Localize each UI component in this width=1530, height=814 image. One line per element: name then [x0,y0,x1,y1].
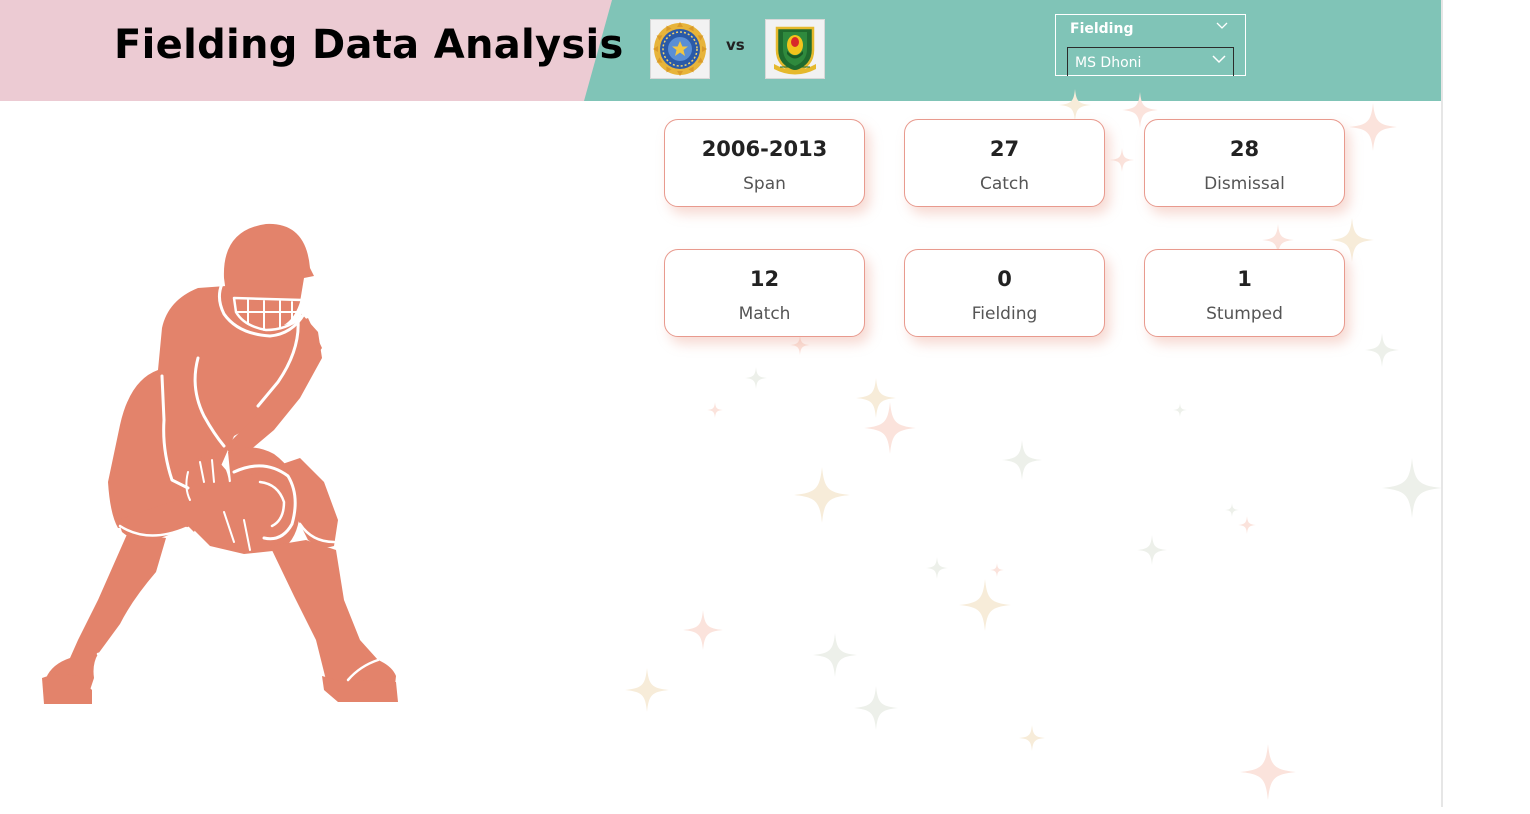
kpi-card-match: 12 Match [664,249,865,337]
kpi-label: Stumped [1206,304,1283,324]
kpi-value: 1 [1237,267,1252,291]
kpi-value: 2006-2013 [701,137,828,161]
kpi-card-span: 2006-2013 Span [664,119,865,207]
kpi-label: Catch [979,174,1030,194]
kpi-label: Match [738,304,791,324]
kpi-label: Dismissal [1204,174,1285,194]
kpi-card-fielding: 0 Fielding [904,249,1105,337]
kpi-label: Fielding [971,304,1038,324]
kpi-value: 27 [989,137,1020,161]
kpi-value: 12 [749,267,780,291]
kpi-value: 28 [1229,137,1260,161]
report-canvas: Fielding Data Analysis vs Fielding MS Dh… [0,0,1443,807]
wicket-keeper-silhouette [42,223,398,704]
kpi-value: 0 [997,267,1012,291]
kpi-label: Span [743,174,786,194]
kpi-card-dismissal: 28 Dismissal [1144,119,1345,207]
kpi-card-stumped: 1 Stumped [1144,249,1345,337]
kpi-card-catch: 27 Catch [904,119,1105,207]
